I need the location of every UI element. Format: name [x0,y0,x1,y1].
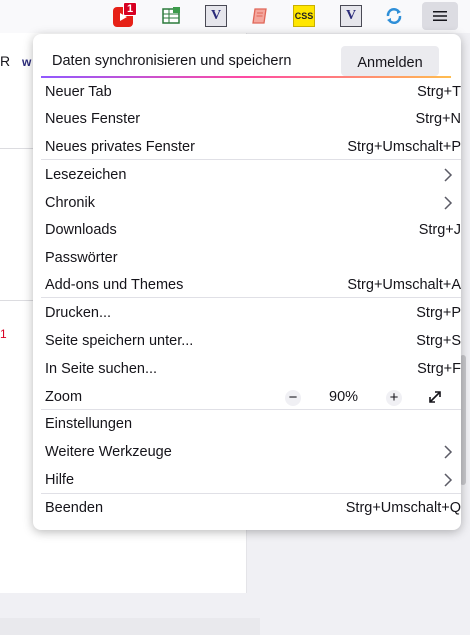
notification-badge: 1 [123,2,138,16]
application-menu-panel: Daten synchronisieren und speichern Anme… [33,34,461,530]
menu-item-shortcut: Strg+Umschalt+Q [345,500,461,516]
menu-item-shortcut: Strg+F [417,361,461,377]
menu-item-label: Downloads [45,222,117,238]
scroll-extension-icon[interactable] [249,5,271,27]
menu-item-label: Chronik [45,195,95,211]
menu-item-addons[interactable]: Add-ons und Themes Strg+Umschalt+A [33,272,461,299]
menu-item-more-tools[interactable]: Weitere Werkzeuge [33,439,461,466]
menu-separator [41,297,461,298]
chevron-right-icon [444,473,453,487]
menu-item-label: Neues privates Fenster [45,139,195,155]
menu-item-label: Seite speichern unter... [45,333,194,349]
v-extension-icon[interactable]: V [205,5,227,27]
menu-item-shortcut: Strg+T [417,84,461,100]
menu-item-zoom: Zoom − 90% + [33,384,461,411]
menu-separator [41,493,461,494]
menu-item-new-tab[interactable]: Neuer Tab Strg+T [33,79,461,106]
chevron-right-icon [444,196,453,210]
v-extension-icon-2[interactable]: V [340,5,362,27]
menu-item-help[interactable]: Hilfe [33,467,461,494]
menu-item-label: Neues Fenster [45,111,141,127]
zoom-in-button[interactable]: + [386,390,402,406]
chevron-right-icon [444,168,453,182]
spreadsheet-extension-icon[interactable] [160,5,182,27]
page-bottom-controls [0,618,260,635]
zoom-out-button[interactable]: − [285,390,301,406]
page-red-text-fragment: 1 [0,327,7,341]
page-divider [0,148,34,149]
menu-item-passwords[interactable]: Passwörter [33,245,461,272]
menu-item-label: Einstellungen [45,416,133,432]
youtube-extension-icon[interactable]: 1 [113,2,138,27]
menu-item-new-window[interactable]: Neues Fenster Strg+N [33,106,461,133]
spreadsheet-icon [162,7,180,24]
application-menu-button[interactable] [422,2,458,30]
page-text-fragment: R [0,53,11,69]
page-divider [0,300,34,301]
menu-item-label: Beenden [45,500,104,516]
menu-item-downloads[interactable]: Downloads Strg+J [33,217,461,244]
css-extension-icon[interactable]: CSS [293,5,315,27]
menu-item-print[interactable]: Drucken... Strg+P [33,300,461,327]
sync-row: Daten synchronisieren und speichern Anme… [33,34,461,77]
chevron-right-icon [444,445,453,459]
menu-item-label: Weitere Werkzeuge [45,444,172,460]
menu-item-shortcut: Strg+S [416,333,461,349]
menu-separator [41,409,461,410]
menu-item-label: In Seite suchen... [45,361,158,377]
menu-item-label: Add-ons und Themes [45,277,184,293]
menu-item-private-window[interactable]: Neues privates Fenster Strg+Umschalt+P [33,134,461,161]
page-logo-fragment: w [22,55,32,69]
menu-item-bookmarks[interactable]: Lesezeichen [33,162,461,189]
menu-item-shortcut: Strg+N [415,111,461,127]
menu-item-find-in-page[interactable]: In Seite suchen... Strg+F [33,356,461,383]
menu-item-history[interactable]: Chronik [33,190,461,217]
fullscreen-icon[interactable] [427,389,443,405]
menu-item-label: Neuer Tab [45,84,112,100]
hamburger-icon [433,11,447,21]
menu-item-shortcut: Strg+P [416,305,461,321]
menu-item-settings[interactable]: Einstellungen [33,411,461,438]
sync-label: Daten synchronisieren und speichern [52,53,292,69]
menu-item-save-page[interactable]: Seite speichern unter... Strg+S [33,328,461,355]
menu-item-shortcut: Strg+Umschalt+A [347,277,461,293]
menu-item-label: Drucken... [45,305,112,321]
sync-extension-icon[interactable] [383,5,405,27]
menu-item-shortcut: Strg+Umschalt+P [347,139,461,155]
browser-toolbar: 1 V CSS V [0,0,470,33]
menu-item-label: Hilfe [45,472,75,488]
refresh-icon [386,8,402,24]
scroll-icon [252,8,267,24]
menu-item-label: Zoom [45,389,83,405]
menu-item-label: Lesezeichen [45,167,127,183]
menu-item-quit[interactable]: Beenden Strg+Umschalt+Q [33,495,461,522]
accent-divider [41,76,451,78]
signin-button[interactable]: Anmelden [341,46,439,76]
menu-item-shortcut: Strg+J [418,222,461,238]
menu-separator [41,159,461,160]
menu-item-label: Passwörter [45,250,118,266]
zoom-level-button[interactable]: 90% [329,389,358,405]
